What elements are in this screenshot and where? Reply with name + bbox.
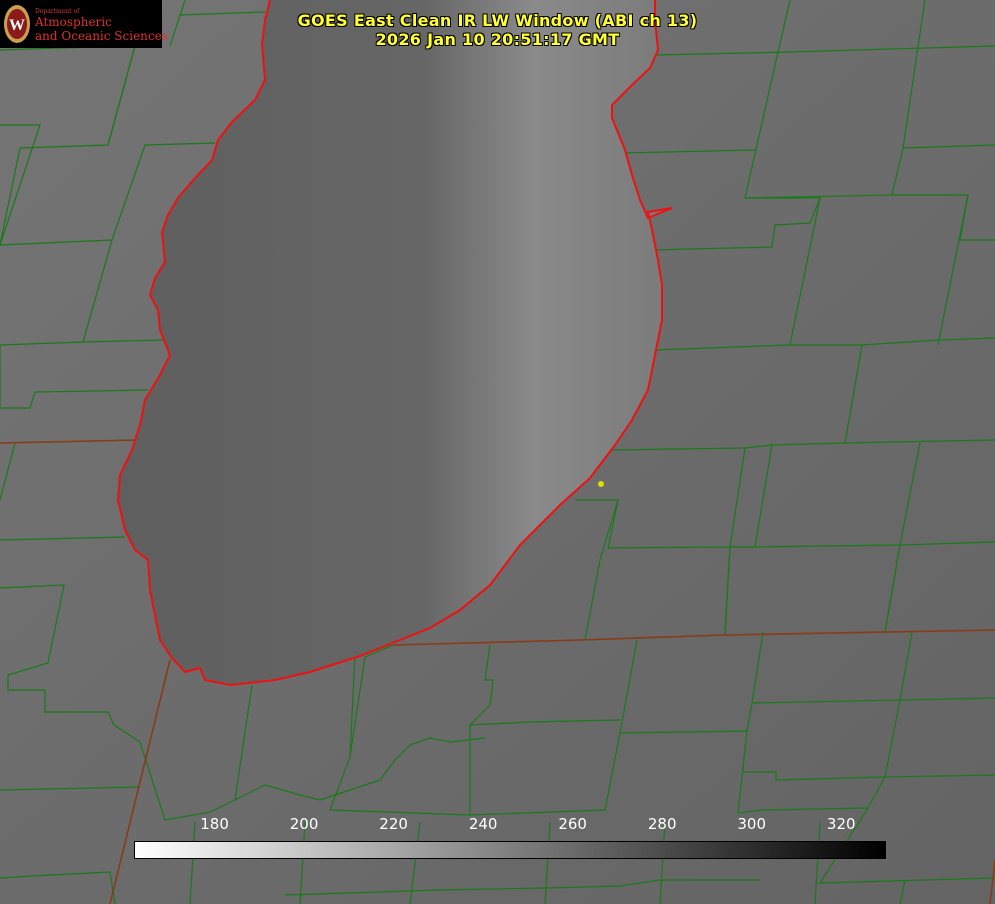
colorbar-tick-label: 280 — [647, 815, 677, 833]
station-marker — [598, 481, 604, 487]
satellite-map: W Department of Atmospheric and Oceanic … — [0, 0, 995, 904]
colorbar-tick-label: 300 — [737, 815, 767, 833]
colorbar-tick-label: 220 — [379, 815, 408, 833]
colorbar-tick-label: 200 — [289, 815, 319, 833]
image-timestamp: 2026 Jan 10 20:51:17 GMT — [375, 30, 620, 49]
colorbar-tick-label: 260 — [558, 815, 587, 833]
colorbar — [134, 841, 886, 859]
colorbar-tick-label: 180 — [200, 815, 229, 833]
colorbar-tick-label: 320 — [826, 815, 856, 833]
map-canvas — [0, 0, 995, 904]
image-title: GOES East Clean IR LW Window (ABI ch 13) — [297, 11, 698, 30]
colorbar-tick-label: 240 — [468, 815, 498, 833]
